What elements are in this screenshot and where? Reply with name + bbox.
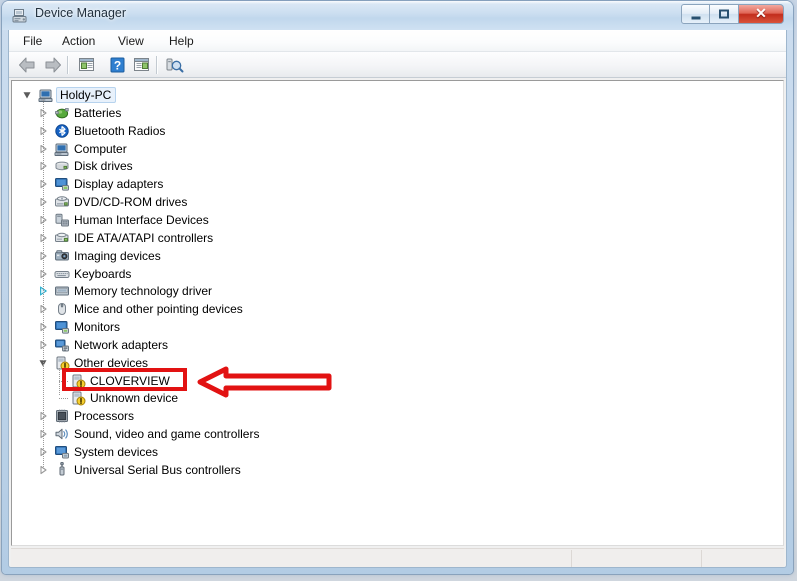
system-icon bbox=[55, 446, 69, 459]
tree-item-label: System devices bbox=[74, 445, 159, 459]
tree-item-label: Batteries bbox=[74, 105, 122, 120]
client-area: File Action View Help ? Holdy-PC Batteri… bbox=[8, 30, 787, 568]
dvd-icon bbox=[55, 196, 69, 207]
tree-connector-spine bbox=[43, 100, 44, 470]
tree-item-label: Computer bbox=[74, 141, 127, 156]
menu-view[interactable]: View bbox=[112, 33, 150, 49]
device-tree: Holdy-PC Batteries Bluetooth Radios Compute… bbox=[12, 81, 783, 545]
tree-connector-child-2 bbox=[59, 398, 69, 400]
help-icon: ? bbox=[110, 57, 125, 73]
window-title: Device Manager bbox=[35, 6, 127, 20]
tree-item-label: Memory technology driver bbox=[74, 284, 213, 299]
status-bar bbox=[11, 548, 784, 567]
toolbar-separator-1 bbox=[67, 56, 68, 74]
tree-connector-child-1 bbox=[59, 380, 69, 382]
tree-item-label: Display adapters bbox=[74, 177, 164, 192]
tree-item-label: Keyboards bbox=[74, 266, 132, 281]
mouse-icon bbox=[58, 303, 66, 316]
computer-icon bbox=[38, 89, 53, 102]
tree-root-label: Holdy-PC bbox=[56, 87, 117, 103]
keyboard-icon bbox=[54, 270, 70, 278]
svg-text:?: ? bbox=[114, 59, 121, 73]
usb-icon bbox=[59, 461, 65, 476]
help-button[interactable]: ? bbox=[107, 55, 128, 75]
back-arrow-icon bbox=[19, 57, 35, 73]
status-divider-1 bbox=[571, 550, 572, 567]
maximize-icon bbox=[719, 9, 729, 19]
tree-item-label: Disk drives bbox=[74, 159, 133, 174]
title-bar-highlight bbox=[2, 1, 793, 4]
toolbar: ? bbox=[9, 52, 786, 78]
device-tree-panel[interactable]: Holdy-PC Batteries Bluetooth Radios Compute… bbox=[11, 80, 784, 546]
close-icon: ✕ bbox=[755, 5, 767, 21]
tree-item-label: Human Interface Devices bbox=[74, 212, 209, 227]
disk-icon bbox=[55, 161, 69, 171]
device-manager-window: Device Manager ✕ File Action View Help ?… bbox=[2, 1, 793, 574]
display-icon bbox=[55, 178, 69, 191]
tree-connector-child-spine bbox=[59, 367, 60, 396]
other-device-icon bbox=[56, 356, 70, 371]
monitor-icon bbox=[55, 321, 69, 334]
sound-icon bbox=[55, 428, 68, 440]
minimize-button[interactable] bbox=[681, 4, 710, 24]
forward-button[interactable] bbox=[42, 55, 63, 75]
memory-icon bbox=[55, 286, 69, 296]
panel-icon bbox=[134, 58, 149, 71]
processor-icon bbox=[56, 409, 68, 423]
tree-item-label: DVD/CD-ROM drives bbox=[74, 195, 188, 210]
hid-icon bbox=[55, 213, 69, 227]
tree-item-label: IDE ATA/ATAPI controllers bbox=[74, 230, 214, 245]
bluetooth-icon bbox=[55, 123, 69, 138]
status-divider-2 bbox=[701, 550, 702, 567]
tree-item-label: Other devices bbox=[74, 355, 149, 370]
imaging-icon bbox=[55, 249, 69, 261]
toolbar-separator-2 bbox=[156, 56, 157, 74]
unknown-device-warning-icon bbox=[72, 391, 86, 406]
menu-file[interactable]: File bbox=[17, 33, 48, 49]
tree-item-label: Processors bbox=[74, 409, 135, 424]
ide-icon bbox=[55, 232, 69, 242]
computer-icon bbox=[54, 143, 69, 156]
device-manager-icon bbox=[12, 9, 27, 23]
properties-icon bbox=[79, 58, 94, 71]
close-button[interactable]: ✕ bbox=[739, 4, 784, 24]
tree-item-label: CLOVERVIEW bbox=[90, 373, 170, 388]
back-button[interactable] bbox=[17, 55, 38, 75]
menu-action[interactable]: Action bbox=[56, 33, 101, 49]
tree-item-label: Imaging devices bbox=[74, 248, 161, 263]
tree-item-label: Monitors bbox=[74, 320, 121, 335]
tree-item-label: Unknown device bbox=[90, 391, 179, 406]
menu-help[interactable]: Help bbox=[163, 33, 200, 49]
title-bar[interactable]: Device Manager ✕ bbox=[2, 1, 793, 30]
tree-item-label: Sound, video and game controllers bbox=[74, 427, 260, 442]
tree-item-label: Bluetooth Radios bbox=[74, 123, 166, 138]
network-icon bbox=[55, 339, 69, 352]
show-hidden-devices-button[interactable] bbox=[131, 55, 152, 75]
tree-item-label: Universal Serial Bus controllers bbox=[74, 462, 241, 477]
tree-item-label: Network adapters bbox=[74, 337, 169, 352]
scan-hardware-changes-button[interactable] bbox=[164, 55, 185, 75]
menu-bar: File Action View Help bbox=[9, 30, 786, 52]
battery-icon bbox=[55, 107, 69, 119]
tree-item-label: Mice and other pointing devices bbox=[74, 302, 243, 317]
minimize-icon bbox=[691, 16, 700, 20]
scan-hardware-icon bbox=[166, 58, 184, 73]
properties-button[interactable] bbox=[76, 55, 97, 75]
forward-arrow-icon bbox=[45, 57, 61, 73]
unknown-device-warning-icon bbox=[72, 374, 86, 389]
expand-collapse-icon[interactable] bbox=[22, 90, 32, 100]
maximize-button[interactable] bbox=[710, 4, 739, 24]
